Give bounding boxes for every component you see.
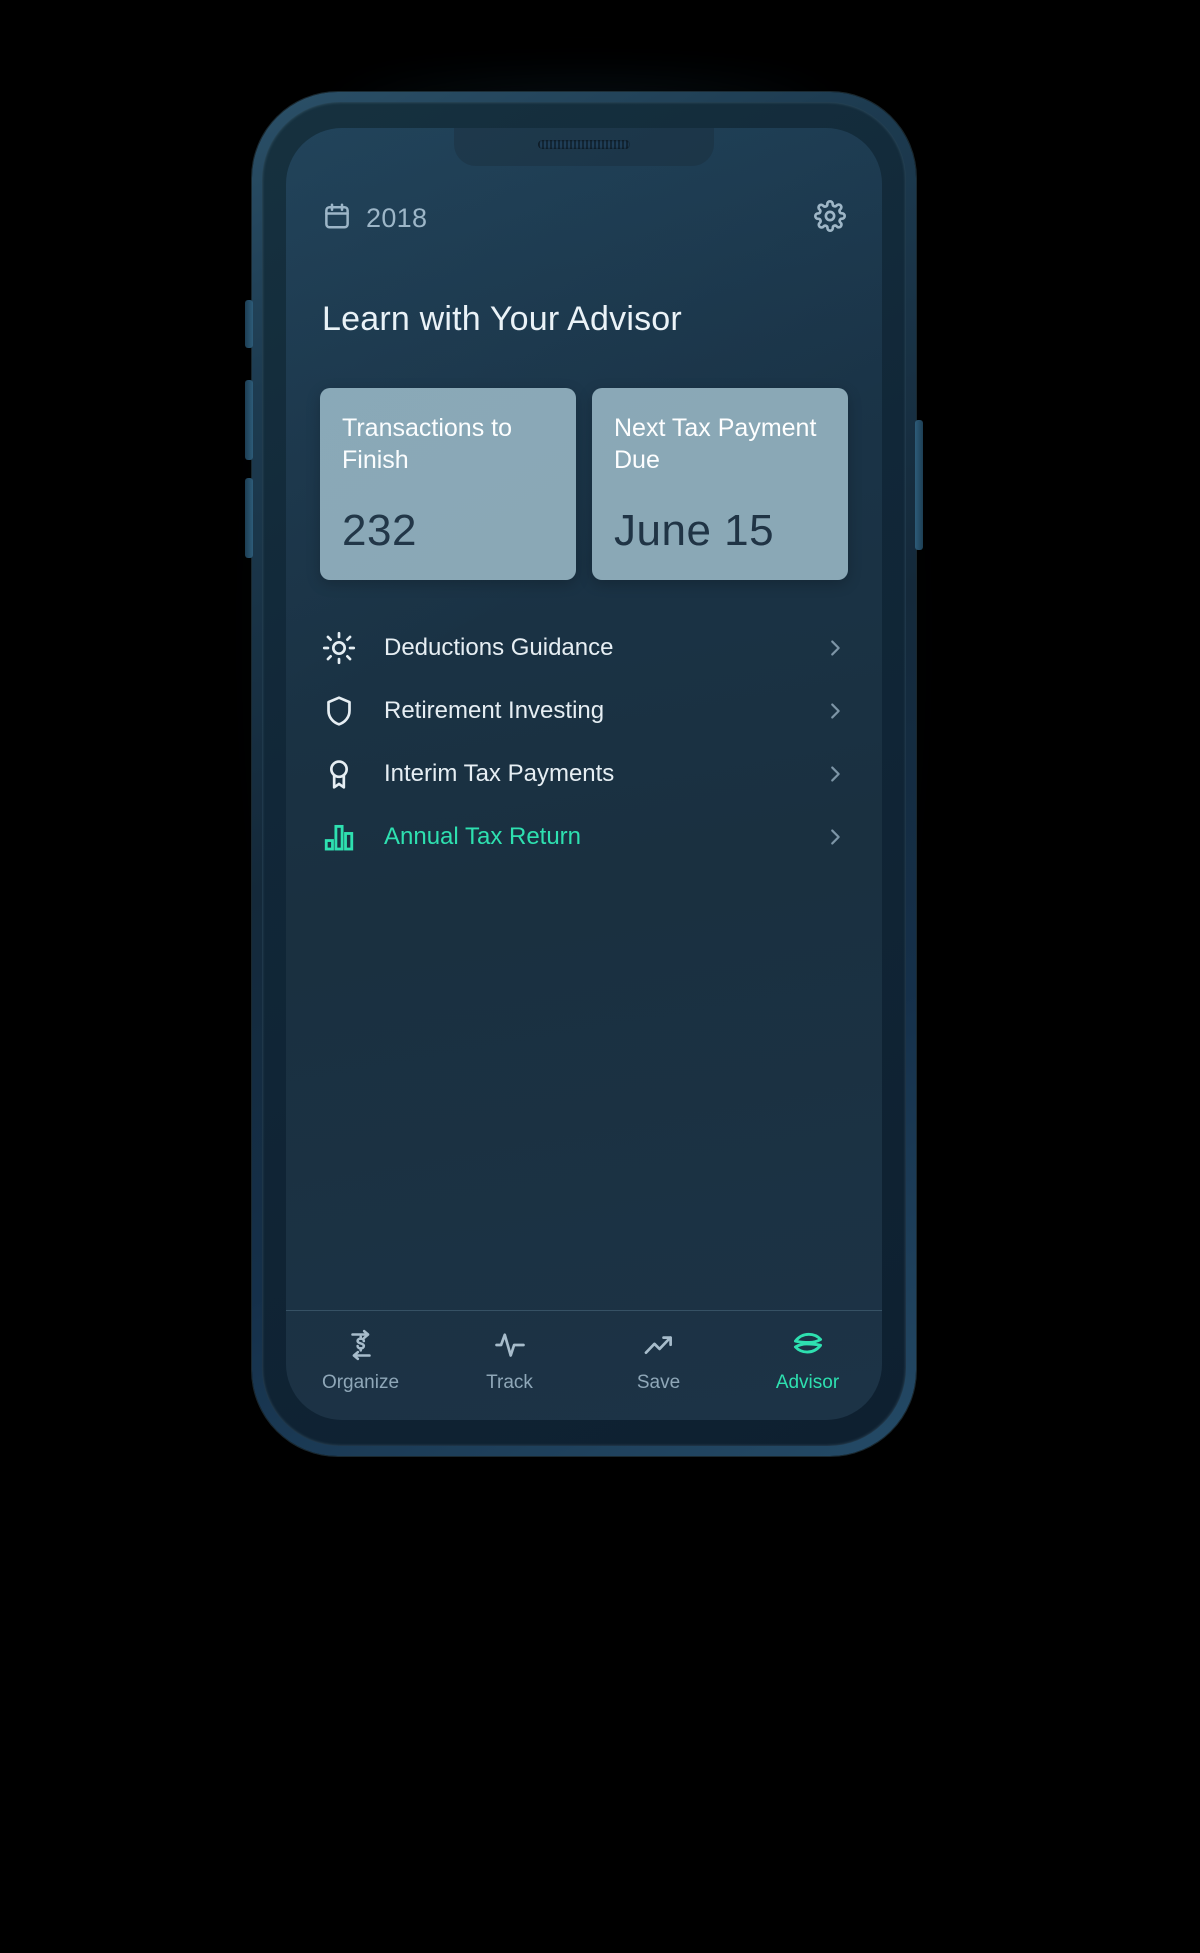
nav-label: Track — [486, 1372, 533, 1393]
volume-down-button[interactable] — [245, 478, 253, 558]
nav-item-organize[interactable]: Organize — [286, 1327, 435, 1394]
sun-icon — [322, 631, 384, 665]
nav-item-save[interactable]: Save — [584, 1327, 733, 1394]
activity-pulse-icon — [493, 1327, 527, 1363]
bottom-navigation: Organize Track Save Advisor — [286, 1310, 882, 1394]
speaker-grille — [538, 140, 630, 149]
list-item-label: Deductions Guidance — [384, 633, 614, 661]
gear-icon[interactable] — [814, 200, 846, 237]
card-value: 232 — [342, 506, 417, 555]
notch — [454, 128, 714, 166]
screenshot-stage: 2018 Learn with Your Advisor Transaction… — [0, 0, 1200, 1953]
year-selector[interactable]: 2018 — [322, 201, 427, 236]
nav-item-advisor[interactable]: Advisor — [733, 1327, 882, 1394]
card-label: Next Tax Payment Due — [614, 414, 817, 474]
nav-label: Advisor — [775, 1372, 840, 1393]
list-item-deductions-guidance[interactable]: Deductions Guidance — [322, 616, 846, 679]
page-title: Learn with Your Advisor — [322, 300, 682, 338]
list-item-label: Interim Tax Payments — [384, 759, 615, 787]
list-item-retirement-investing[interactable]: Retirement Investing — [322, 679, 846, 742]
card-value: June 15 — [614, 506, 775, 555]
year-label: 2018 — [366, 203, 428, 233]
award-ribbon-icon — [322, 757, 384, 791]
list-item-label: Annual Tax Return — [384, 822, 582, 850]
mute-switch[interactable] — [245, 300, 253, 348]
exchange-dollar-icon — [344, 1327, 378, 1363]
chevron-right-icon — [831, 765, 840, 782]
phone-screen: 2018 Learn with Your Advisor Transaction… — [286, 128, 882, 1420]
list-item-interim-tax-payments[interactable]: Interim Tax Payments — [322, 742, 846, 805]
chevron-right-icon — [831, 702, 840, 719]
list-item-annual-tax-return[interactable]: Annual Tax Return — [322, 805, 846, 868]
stat-cards: Transactions to Finish 232 Next Tax Paym… — [320, 388, 848, 580]
bar-chart-icon — [322, 820, 384, 854]
chevron-right-icon — [831, 639, 840, 656]
advisor-topic-list: Deductions Guidance Retirement Investing — [322, 616, 846, 868]
nav-label: Save — [636, 1372, 681, 1393]
top-bar: 2018 — [286, 200, 882, 237]
list-item-label: Retirement Investing — [384, 696, 605, 724]
card-label: Transactions to Finish — [342, 414, 512, 474]
calendar-icon — [322, 201, 352, 236]
power-button[interactable] — [915, 420, 923, 550]
card-next-tax-payment-due[interactable]: Next Tax Payment Due June 15 — [592, 388, 848, 580]
shield-icon — [322, 694, 384, 728]
nav-label: Organize — [321, 1372, 400, 1393]
volume-up-button[interactable] — [245, 380, 253, 460]
advisor-layers-icon — [790, 1327, 826, 1363]
card-transactions-to-finish[interactable]: Transactions to Finish 232 — [320, 388, 576, 580]
chevron-right-icon — [831, 828, 840, 845]
nav-item-track[interactable]: Track — [435, 1327, 584, 1394]
trending-up-icon — [642, 1327, 676, 1363]
